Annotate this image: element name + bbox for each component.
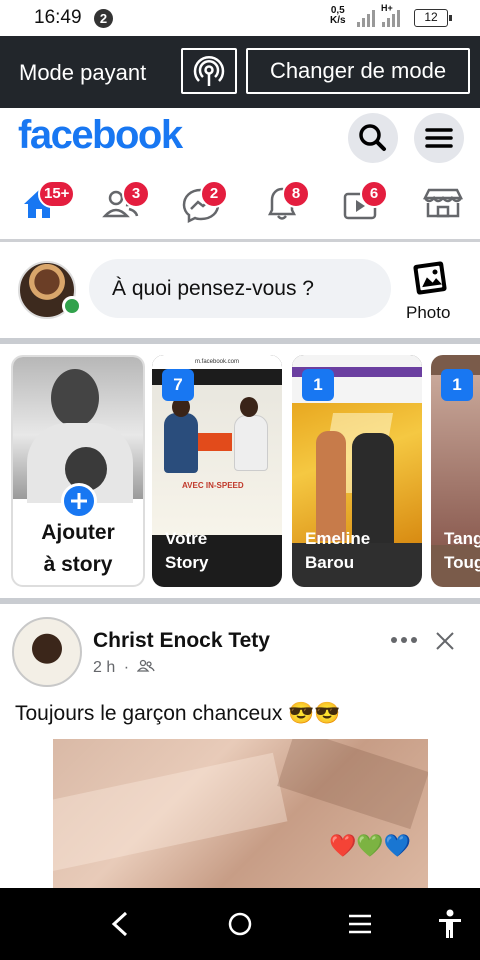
facebook-logo[interactable]: facebook [18,113,183,158]
story-count-badge: 1 [302,369,334,401]
photo-gallery-icon [413,261,447,295]
post-image-emoji: ❤️💚💙 [329,833,412,858]
network-speed-unit: K/s [330,15,346,26]
tab-home[interactable]: 15+ [14,176,76,230]
watch-badge: 6 [360,180,388,208]
store-icon [422,188,464,218]
story-name-line2: Toug [444,553,480,572]
menu-button[interactable] [414,113,464,163]
hamburger-menu-icon [425,128,453,148]
network-speed: 0,5 K/s [330,6,346,26]
whats-on-your-mind-input[interactable]: À quoi pensez-vous ? [89,259,391,318]
broadcast-button[interactable] [181,48,237,94]
hide-post-button[interactable] [432,628,458,654]
mode-label: Mode payant [19,60,147,85]
story-name-line2: Story [165,553,209,572]
story-name: Emeline Barou [305,527,370,575]
signal-icon-2 [382,10,400,27]
system-navigation-bar [0,888,480,960]
add-story-plus-button[interactable] [61,483,97,519]
story-card[interactable]: 1 Emeline Barou [292,355,422,587]
story-name-line1: Votre [165,529,208,548]
divider [0,598,480,604]
post-text: Toujours le garçon chanceux 😎😎 [15,702,341,725]
add-story-photo [13,357,143,503]
status-time: 16:49 [34,7,82,28]
home-badge: 15+ [38,180,76,208]
story-name-line1: Tang [444,529,480,548]
story-name: Tang Toug [444,527,480,575]
post-options-button[interactable] [388,628,420,652]
tab-notifications[interactable]: 8 [258,176,318,230]
tab-friends[interactable]: 3 [96,176,156,230]
post-time: 2 h [93,659,116,676]
notifications-badge: 8 [282,180,310,208]
mode-bar: Mode payant Changer de mode [0,36,480,108]
divider [0,338,480,344]
story-preview-image [292,403,422,543]
add-story-card[interactable]: Ajouter à story [11,355,145,587]
battery-icon: 12 [414,9,452,27]
story-card[interactable]: 1 Tang Toug [431,355,480,587]
back-icon[interactable] [108,910,132,938]
broadcast-icon [193,55,225,86]
tab-messenger[interactable]: 2 [178,176,238,230]
friends-audience-icon [137,659,156,672]
add-story-label: Ajouter à story [13,517,143,581]
close-icon [436,632,454,650]
search-icon [359,124,386,151]
photo-label: Photo [406,303,451,322]
accessibility-icon[interactable] [436,908,464,940]
more-options-icon [391,637,417,643]
story-preview-url: m.facebook.com [152,355,282,369]
tab-watch[interactable]: 6 [340,176,400,230]
post-author-name[interactable]: Christ Enock Tety [93,629,270,653]
divider [0,239,480,242]
online-indicator [62,296,82,316]
story-name-line2: Barou [305,553,355,572]
post-meta-separator: · [123,659,130,676]
messenger-badge: 2 [200,180,228,208]
tab-marketplace[interactable] [418,176,478,230]
home-circle-icon[interactable] [226,910,254,938]
recent-apps-icon[interactable] [346,912,374,936]
story-preview-headline: AVEC IN-SPEED [182,481,244,490]
search-button[interactable] [348,113,398,163]
photo-button[interactable] [412,258,450,296]
status-bar: 16:49 2 0,5 K/s H+ 12 [0,0,480,36]
story-name-line1: Emeline [305,529,371,548]
post-author-avatar[interactable] [12,617,82,687]
story-count-badge: 1 [441,369,473,401]
post-image[interactable]: ❤️💚💙 [53,739,428,889]
add-story-label-line1: Ajouter [41,521,115,544]
story-preview-image: AVEC IN-SPEED [152,385,282,535]
story-name: Votre Story [165,527,208,575]
change-mode-button[interactable]: Changer de mode [246,48,470,94]
add-story-label-line2: à story [43,553,113,576]
plus-icon [71,493,87,509]
story-card[interactable]: m.facebook.com AVEC IN-SPEED 7 Votre Sto… [152,355,282,587]
notification-count-badge: 2 [94,9,113,28]
signal-icon [357,10,375,27]
post-meta: 2 h · [93,659,156,677]
story-count-badge: 7 [162,369,194,401]
friends-badge: 3 [122,180,150,208]
